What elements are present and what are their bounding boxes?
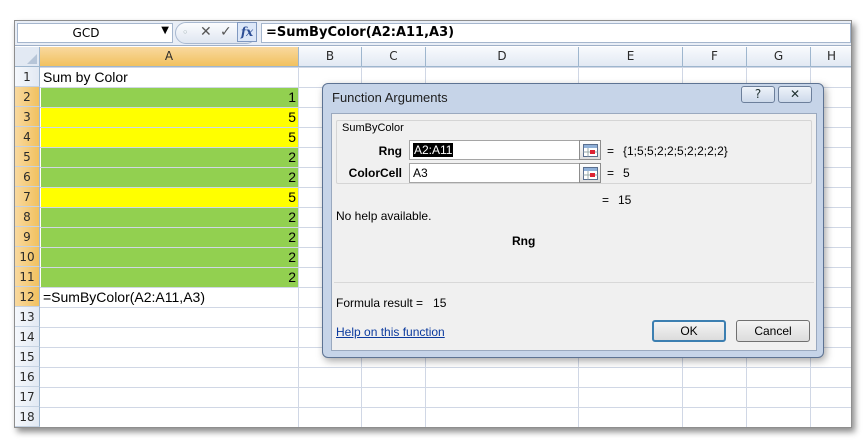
row-header-9[interactable]: 9	[15, 227, 40, 247]
row-header-11[interactable]: 11	[15, 267, 40, 287]
arg-rng-label: Rng	[378, 144, 402, 158]
colorcell-input-value: A3	[413, 166, 428, 180]
total-equals: =	[602, 193, 610, 207]
row-header-3[interactable]: 3	[15, 107, 40, 127]
name-box-value: GCD	[72, 26, 100, 40]
column-header-a[interactable]: A	[40, 47, 299, 67]
cell-a11[interactable]: 2	[41, 268, 298, 287]
column-header-e[interactable]: E	[579, 47, 683, 67]
arguments-group: SumByColor Rng A2:A11 = {1;5;5;2;2;5;2;2;…	[336, 120, 812, 184]
colorcell-collapse-button[interactable]	[579, 163, 601, 183]
no-help-text: No help available.	[336, 209, 432, 223]
rng-result-value: {1;5;5;2;2;5;2;2;2;2}	[623, 144, 728, 158]
rng-collapse-button[interactable]	[579, 140, 601, 160]
cell-a4[interactable]: 5	[41, 128, 298, 147]
row-header-4[interactable]: 4	[15, 127, 40, 147]
colorcell-result-value: 5	[623, 166, 630, 180]
help-question-icon[interactable]: ?	[741, 86, 775, 103]
cell-a12[interactable]: =SumByColor(A2:A11,A3)	[41, 288, 298, 307]
formula-result: Formula result = 15	[336, 296, 446, 310]
dialog-title: Function Arguments	[332, 90, 448, 105]
colorcell-input[interactable]: A3	[409, 163, 599, 183]
rng-input-value: A2:A11	[413, 143, 454, 157]
gridline	[298, 67, 299, 427]
row-header-17[interactable]: 17	[15, 387, 40, 407]
rng-result: = {1;5;5;2;2;5;2;2;2;2}	[607, 144, 728, 158]
insert-function-icon[interactable]: fx	[237, 22, 257, 42]
arg-colorcell-label: ColorCell	[348, 166, 402, 180]
row-header-6[interactable]: 6	[15, 167, 40, 187]
cancel-x-icon[interactable]: ✕	[200, 24, 212, 40]
column-header-h[interactable]: H	[811, 47, 851, 67]
formula-bar: GCD ▼ ◦ ✕ ✓ fx =SumByColor(A2:A11,A3)	[15, 21, 851, 46]
cell-a2[interactable]: 1	[41, 88, 298, 107]
row-header-10[interactable]: 10	[15, 247, 40, 267]
cell-a7[interactable]: 5	[41, 188, 298, 207]
row-header-14[interactable]: 14	[15, 327, 40, 347]
formula-result-value: 15	[433, 296, 447, 310]
divider	[334, 282, 814, 283]
range-select-icon	[583, 167, 598, 180]
column-header-d[interactable]: D	[426, 47, 579, 67]
ok-button[interactable]: OK	[652, 320, 726, 342]
function-arguments-dialog: Function Arguments ? ✕ SumByColor Rng A2…	[322, 83, 824, 358]
scroll-dot-icon: ◦	[182, 26, 189, 39]
row-header-16[interactable]: 16	[15, 367, 40, 387]
rng-equals: =	[607, 144, 615, 158]
total-result-value: 15	[618, 193, 632, 207]
close-icon[interactable]: ✕	[778, 86, 812, 103]
column-header-b[interactable]: B	[299, 47, 362, 67]
cancel-button[interactable]: Cancel	[736, 320, 810, 342]
colorcell-equals: =	[607, 166, 615, 180]
group-label: SumByColor	[342, 122, 404, 134]
row-header-15[interactable]: 15	[15, 347, 40, 367]
row-header-5[interactable]: 5	[15, 147, 40, 167]
row-header-2[interactable]: 2	[15, 87, 40, 107]
cell-a1[interactable]: Sum by Color	[41, 68, 298, 87]
cell-a9[interactable]: 2	[41, 228, 298, 247]
formula-input[interactable]: =SumByColor(A2:A11,A3)	[261, 23, 851, 43]
cell-a5[interactable]: 2	[41, 148, 298, 167]
help-on-function-link[interactable]: Help on this function	[336, 325, 445, 339]
column-header-f[interactable]: F	[683, 47, 747, 67]
current-arg-name: Rng	[512, 234, 536, 248]
rng-input[interactable]: A2:A11	[409, 140, 599, 160]
range-select-icon	[583, 144, 598, 157]
name-box[interactable]: GCD ▼	[17, 23, 173, 43]
row-header-8[interactable]: 8	[15, 207, 40, 227]
enter-check-icon[interactable]: ✓	[220, 24, 232, 40]
cell-a8[interactable]: 2	[41, 208, 298, 227]
row-header-18[interactable]: 18	[15, 407, 40, 427]
colorcell-result: = 5	[607, 166, 630, 180]
row-header-7[interactable]: 7	[15, 187, 40, 207]
row-header-13[interactable]: 13	[15, 307, 40, 327]
cell-a6[interactable]: 2	[41, 168, 298, 187]
dropdown-arrow-icon[interactable]: ▼	[161, 25, 169, 36]
cell-a3[interactable]: 5	[41, 108, 298, 127]
row-header-12[interactable]: 12	[15, 287, 40, 307]
cell-a10[interactable]: 2	[41, 248, 298, 267]
total-result: = 15	[602, 193, 631, 207]
column-header-c[interactable]: C	[362, 47, 426, 67]
row-header-1[interactable]: 1	[15, 67, 40, 87]
formula-result-label: Formula result =	[336, 296, 424, 310]
dialog-body: SumByColor Rng A2:A11 = {1;5;5;2;2;5;2;2;…	[331, 113, 817, 351]
column-header-g[interactable]: G	[747, 47, 811, 67]
select-all-corner[interactable]	[15, 47, 40, 67]
